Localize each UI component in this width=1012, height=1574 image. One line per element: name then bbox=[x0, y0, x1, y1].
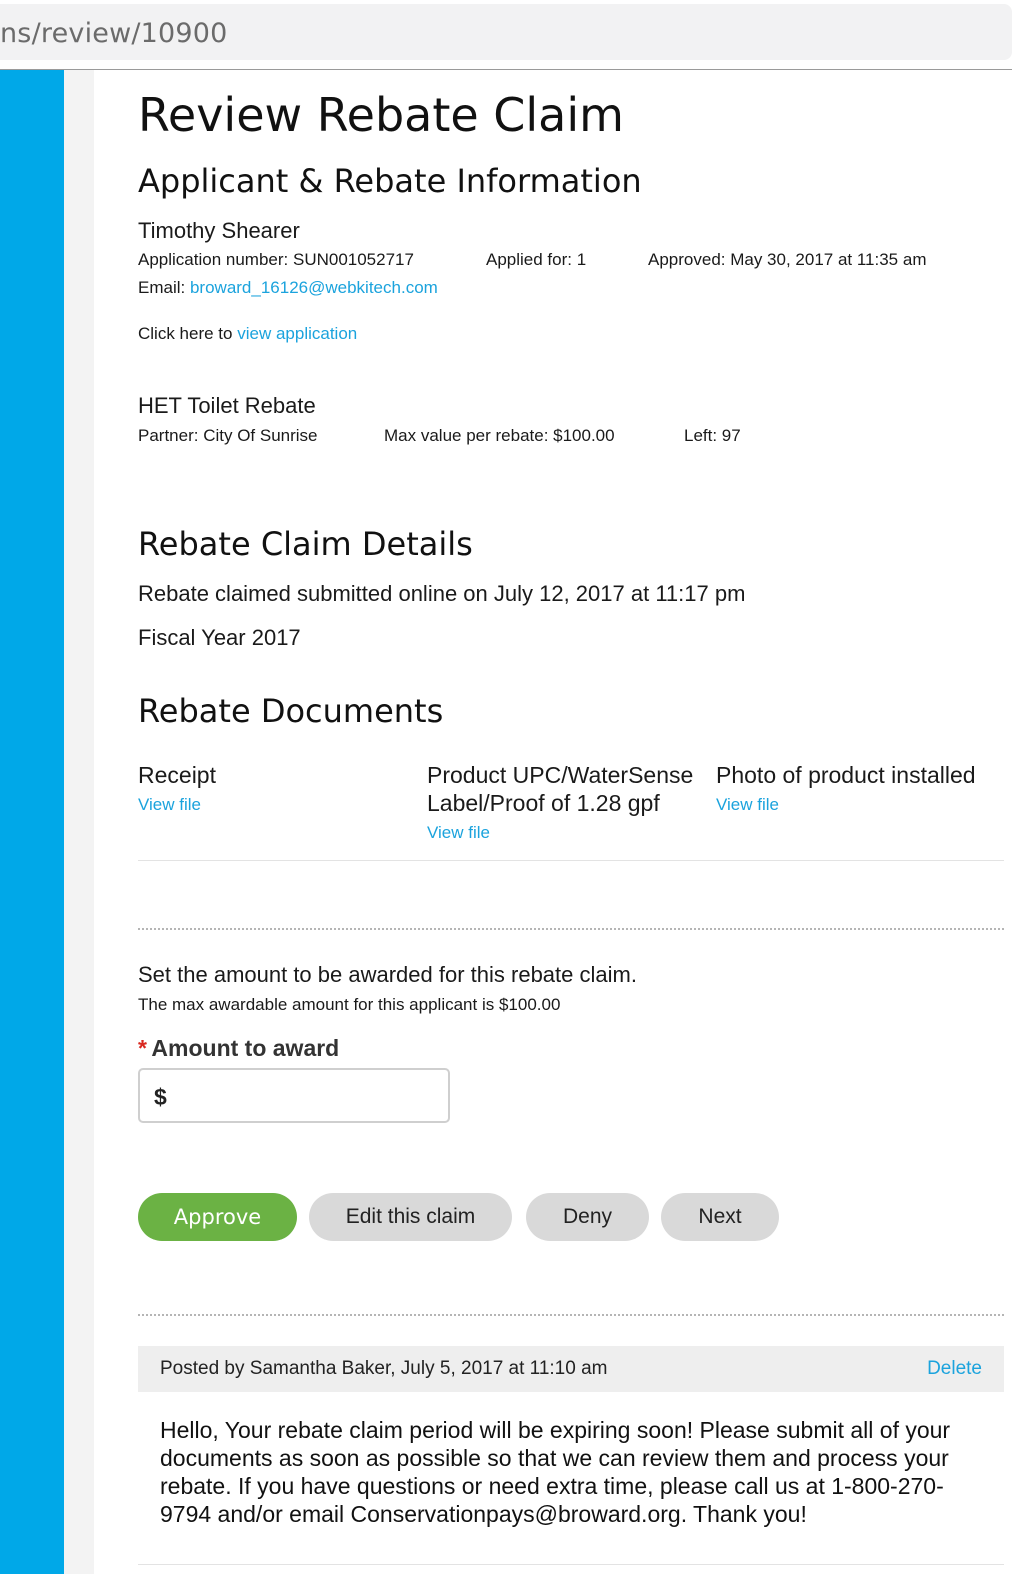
email-label: Email: bbox=[138, 278, 186, 297]
edit-claim-button[interactable]: Edit this claim bbox=[309, 1193, 512, 1241]
click-here-text: Click here to bbox=[138, 324, 233, 343]
approve-button[interactable]: Approve bbox=[138, 1193, 297, 1241]
view-file-link[interactable]: View file bbox=[138, 795, 216, 815]
document-title: Product UPC/WaterSense bbox=[427, 762, 694, 788]
fiscal-year: Fiscal Year 2017 bbox=[138, 625, 301, 650]
view-application-link[interactable]: view application bbox=[237, 324, 357, 343]
browser-toolbar: ns/review/10900 bbox=[0, 0, 1012, 70]
document-photo-installed: Photo of product installed View file bbox=[716, 762, 976, 815]
document-title: Photo of product installed bbox=[716, 762, 976, 788]
applicant-name: Timothy Shearer bbox=[138, 218, 300, 243]
claim-details-heading: Rebate Claim Details bbox=[138, 525, 473, 563]
view-file-link[interactable]: View file bbox=[716, 795, 976, 815]
amount-to-award-input[interactable]: $ bbox=[138, 1068, 450, 1123]
url-text[interactable]: ns/review/10900 bbox=[0, 18, 228, 49]
email-link[interactable]: broward_16126@webkitech.com bbox=[190, 278, 438, 297]
note-divider bbox=[138, 1564, 1004, 1565]
document-title: Receipt bbox=[138, 762, 216, 788]
sidebar bbox=[0, 70, 64, 1574]
main-content: Review Rebate Claim Applicant & Rebate I… bbox=[138, 70, 1012, 1574]
view-application-row: Click here to view application bbox=[138, 324, 357, 344]
approved-date: Approved: May 30, 2017 at 11:35 am bbox=[648, 250, 927, 269]
deny-button[interactable]: Deny bbox=[526, 1193, 649, 1241]
rebate-name: HET Toilet Rebate bbox=[138, 393, 316, 418]
documents-divider bbox=[138, 860, 1004, 861]
email-row: Email: broward_16126@webkitech.com bbox=[138, 278, 438, 298]
application-number: Application number: SUN001052717 bbox=[138, 250, 414, 269]
section-dotted-divider bbox=[138, 928, 1004, 930]
required-marker: * bbox=[138, 1035, 147, 1061]
sidebar-gutter bbox=[64, 70, 94, 1574]
document-product-upc: Product UPC/WaterSense Label/Proof of 1.… bbox=[427, 762, 693, 843]
page-title: Review Rebate Claim bbox=[138, 88, 624, 142]
rebate-max-value: Max value per rebate: $100.00 bbox=[384, 426, 615, 445]
document-receipt: Receipt View file bbox=[138, 762, 216, 815]
next-button[interactable]: Next bbox=[661, 1193, 779, 1241]
note-body: Hello, Your rebate claim period will be … bbox=[160, 1417, 951, 1527]
award-max-note: The max awardable amount for this applic… bbox=[138, 995, 561, 1014]
address-bar[interactable]: ns/review/10900 bbox=[0, 4, 1012, 60]
note-posted-by: Posted by Samantha Baker, July 5, 2017 a… bbox=[160, 1358, 608, 1379]
documents-heading: Rebate Documents bbox=[138, 692, 444, 730]
applied-for: Applied for: 1 bbox=[486, 250, 587, 269]
notes-dotted-divider bbox=[138, 1314, 1004, 1316]
amount-field-label: * Amount to award bbox=[138, 1035, 339, 1062]
applicant-section-heading: Applicant & Rebate Information bbox=[138, 162, 642, 200]
document-title-line2: Label/Proof of 1.28 gpf bbox=[427, 790, 660, 816]
view-file-link[interactable]: View file bbox=[427, 823, 693, 843]
delete-note-link[interactable]: Delete bbox=[927, 1358, 982, 1380]
rebate-left: Left: 97 bbox=[684, 426, 741, 445]
rebate-partner: Partner: City Of Sunrise bbox=[138, 426, 318, 445]
claim-submitted-text: Rebate claimed submitted online on July … bbox=[138, 581, 746, 606]
currency-symbol: $ bbox=[154, 1084, 167, 1110]
note-header: Posted by Samantha Baker, July 5, 2017 a… bbox=[138, 1346, 1004, 1392]
amount-label-text: Amount to award bbox=[151, 1035, 340, 1061]
award-instruction: Set the amount to be awarded for this re… bbox=[138, 962, 637, 987]
